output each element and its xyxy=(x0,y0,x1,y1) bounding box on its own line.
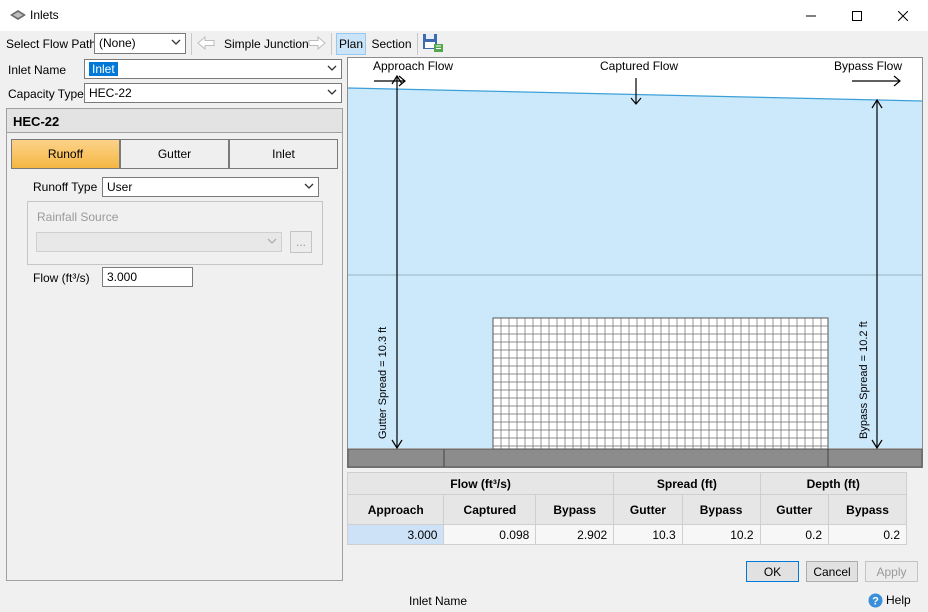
tab-label: Gutter xyxy=(157,147,192,161)
col-header-approach: Approach xyxy=(346,494,445,525)
simple-junction-label: Simple Junction xyxy=(224,37,309,51)
inlet-name-select[interactable]: Inlet xyxy=(84,59,342,79)
bypass-flow-label: Bypass Flow xyxy=(834,59,902,73)
runoff-type-select[interactable]: User xyxy=(102,177,319,197)
gutter-spread-label: Gutter Spread = 10.3 ft xyxy=(377,327,389,439)
close-icon xyxy=(898,10,908,21)
cell-gutter-depth[interactable]: 0.2 xyxy=(759,524,830,545)
col-header-gutter-depth: Gutter xyxy=(759,494,830,525)
flow-value: 3.000 xyxy=(107,270,138,284)
section-title: HEC-22 xyxy=(7,109,342,133)
flow-input[interactable]: 3.000 xyxy=(102,267,193,287)
tab-inlet[interactable]: Inlet xyxy=(229,139,338,169)
flow-path-value: (None) xyxy=(99,36,136,50)
col-header-bypass-spread: Bypass xyxy=(681,494,761,525)
chevron-down-icon xyxy=(327,89,337,95)
cell-gutter-spread[interactable]: 10.3 xyxy=(613,524,683,545)
bypass-spread-label: Bypass Spread = 10.2 ft xyxy=(858,321,870,439)
runoff-type-label: Runoff Type xyxy=(33,180,98,194)
approach-flow-label: Approach Flow xyxy=(373,59,453,73)
forward-arrow-icon[interactable] xyxy=(308,36,326,50)
apply-button[interactable]: Apply xyxy=(865,561,918,582)
ok-button[interactable]: OK xyxy=(746,561,799,582)
cell-approach[interactable]: 3.000 xyxy=(346,524,445,545)
plan-view: Approach Flow Captured Flow Bypass Flow … xyxy=(347,57,923,468)
flow-label: Flow (ft³/s) xyxy=(33,271,90,285)
toolbar-separator xyxy=(331,33,332,55)
minimize-button[interactable] xyxy=(788,0,834,31)
tab-runoff[interactable]: Runoff xyxy=(11,139,120,169)
flow-path-label: Select Flow Path xyxy=(6,37,97,51)
capacity-type-select[interactable]: HEC-22 xyxy=(84,83,342,103)
depth-group-header: Depth (ft) xyxy=(759,472,908,495)
tab-label: Runoff xyxy=(47,147,84,161)
table-row: 3.000 0.098 2.902 10.3 10.2 0.2 0.2 xyxy=(346,524,907,545)
toolbar-separator xyxy=(191,33,192,55)
inlet-name-label: Inlet Name xyxy=(8,63,67,77)
results-table-container: Flow (ft³/s) Spread (ft) Depth (ft) Appr… xyxy=(346,472,908,545)
capacity-type-label: Capacity Type xyxy=(8,87,84,101)
cancel-label: Cancel xyxy=(813,564,851,579)
apply-label: Apply xyxy=(876,564,907,579)
chevron-down-icon xyxy=(327,65,337,71)
col-header-bypass-flow: Bypass xyxy=(535,494,615,525)
capacity-type-value: HEC-22 xyxy=(89,86,132,100)
maximize-button[interactable] xyxy=(834,0,880,31)
inlet-app-icon xyxy=(10,10,26,20)
cell-bypass-flow[interactable]: 2.902 xyxy=(535,524,615,545)
close-button[interactable] xyxy=(880,0,926,31)
flow-group-header: Flow (ft³/s) xyxy=(346,472,615,495)
browse-label: ... xyxy=(295,235,306,249)
help-label: Help xyxy=(886,593,911,607)
help-button[interactable]: ? Help xyxy=(868,592,911,608)
results-table: Flow (ft³/s) Spread (ft) Depth (ft) Appr… xyxy=(346,472,908,545)
cell-captured[interactable]: 0.098 xyxy=(443,524,537,545)
chevron-down-icon xyxy=(267,238,277,244)
hec22-tabs: Runoff Gutter Inlet xyxy=(11,139,338,169)
tab-label: Inlet xyxy=(272,147,295,161)
save-report-icon[interactable] xyxy=(422,33,444,53)
spread-group-header: Spread (ft) xyxy=(613,472,761,495)
inlet-grate xyxy=(492,317,829,450)
minimize-icon xyxy=(806,15,816,16)
maximize-icon xyxy=(852,10,862,21)
plan-label: Plan xyxy=(338,37,364,51)
captured-flow-label: Captured Flow xyxy=(600,59,678,73)
help-icon: ? xyxy=(868,593,883,607)
cell-bypass-depth[interactable]: 0.2 xyxy=(828,524,907,545)
plan-toggle-button[interactable]: Plan xyxy=(336,33,366,55)
toolbar-separator xyxy=(417,33,418,55)
chevron-down-icon xyxy=(171,39,181,45)
rainfall-source-select[interactable] xyxy=(36,232,282,252)
tab-gutter[interactable]: Gutter xyxy=(120,139,229,169)
ok-label: OK xyxy=(763,564,782,579)
col-header-gutter-spread: Gutter xyxy=(613,494,683,525)
section-toggle-button[interactable]: Section xyxy=(369,33,414,55)
col-header-bypass-depth: Bypass xyxy=(828,494,907,525)
chevron-down-icon xyxy=(304,183,314,189)
col-header-captured: Captured xyxy=(443,494,537,525)
window-title: Inlets xyxy=(30,8,59,22)
svg-text:?: ? xyxy=(872,595,879,607)
rainfall-source-label: Rainfall Source xyxy=(37,210,119,224)
back-arrow-icon[interactable] xyxy=(197,36,215,50)
rainfall-browse-button[interactable]: ... xyxy=(290,231,312,253)
runoff-type-value: User xyxy=(107,180,133,194)
flow-path-select[interactable]: (None) xyxy=(94,33,186,54)
title-bar: Inlets xyxy=(0,0,928,31)
section-label: Section xyxy=(371,37,412,51)
cell-bypass-spread[interactable]: 10.2 xyxy=(681,524,761,545)
status-text: Inlet Name xyxy=(409,594,468,608)
inlet-name-value: Inlet xyxy=(89,62,118,76)
curb xyxy=(347,448,923,468)
cancel-button[interactable]: Cancel xyxy=(806,561,858,582)
